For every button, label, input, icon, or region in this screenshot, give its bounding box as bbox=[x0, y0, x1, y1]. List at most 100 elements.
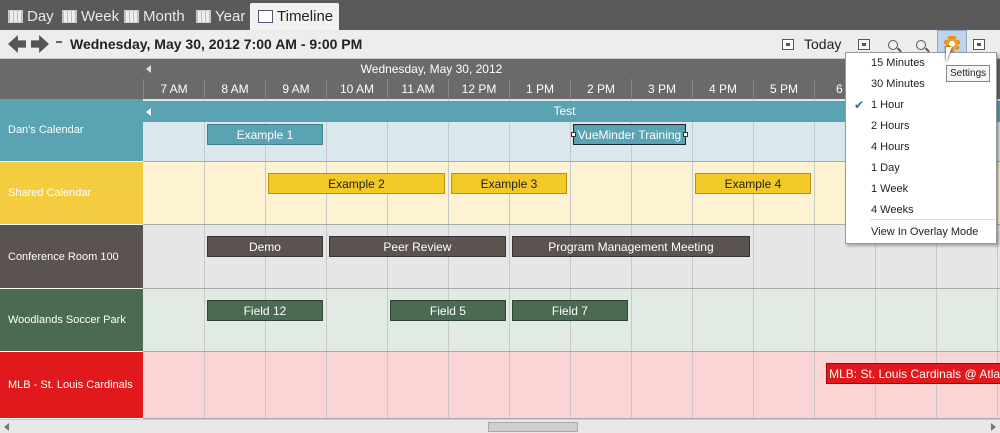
grid-line bbox=[631, 289, 632, 351]
date-range-title: Wednesday, May 30, 2012 7:00 AM - 9:00 P… bbox=[70, 36, 363, 52]
scroll-left-icon[interactable] bbox=[146, 65, 151, 73]
menu-item[interactable]: 1 Day bbox=[846, 158, 996, 179]
grid-line bbox=[875, 289, 876, 351]
resize-handle[interactable] bbox=[682, 132, 688, 137]
calendar-label[interactable]: Shared Calendar bbox=[0, 162, 143, 225]
menu-item[interactable]: 4 Hours bbox=[846, 137, 996, 158]
calendar-label[interactable]: Dan's Calendar bbox=[0, 99, 143, 162]
tab-timeline[interactable]: Timeline bbox=[250, 3, 340, 30]
grid-line bbox=[814, 225, 815, 288]
resize-handle[interactable] bbox=[571, 132, 576, 137]
grid-line bbox=[387, 352, 388, 418]
menu-item[interactable]: 2 Hours bbox=[846, 116, 996, 137]
grid-line bbox=[204, 225, 205, 288]
header-corner bbox=[0, 59, 143, 99]
grid-line bbox=[692, 352, 693, 418]
grid-line bbox=[448, 162, 449, 224]
hour-label: 2 PM bbox=[570, 79, 631, 99]
calendar-lane[interactable]: Field 12 Field 5 Field 7 bbox=[143, 289, 1000, 352]
settings-tooltip: Settings bbox=[946, 65, 991, 82]
event[interactable]: Example 3 bbox=[451, 173, 567, 194]
forward-arrow-icon[interactable] bbox=[31, 35, 49, 53]
grid-line bbox=[509, 225, 510, 288]
grid-line bbox=[692, 289, 693, 351]
grid-line bbox=[631, 352, 632, 418]
event[interactable]: Example 2 bbox=[268, 173, 445, 194]
calendar-label[interactable]: MLB - St. Louis Cardinals bbox=[0, 352, 143, 419]
grid-line bbox=[204, 162, 205, 224]
tab-month[interactable]: Month bbox=[116, 3, 191, 30]
hour-label: 5 PM bbox=[753, 79, 814, 99]
grid-line bbox=[570, 352, 571, 418]
grid-line bbox=[814, 289, 815, 351]
hour-label: 4 PM bbox=[692, 79, 753, 99]
hour-label: 8 AM bbox=[204, 79, 265, 99]
today-icon[interactable] bbox=[777, 34, 799, 55]
grid-line bbox=[204, 352, 205, 418]
scrollbar-thumb[interactable] bbox=[488, 422, 578, 432]
mouse-cursor bbox=[946, 47, 952, 62]
day-icon bbox=[8, 10, 23, 23]
grid-line bbox=[753, 352, 754, 418]
grid-line bbox=[997, 352, 998, 418]
event[interactable]: Field 12 bbox=[207, 300, 323, 321]
grid-line bbox=[692, 162, 693, 224]
event[interactable]: Peer Review bbox=[329, 236, 506, 257]
calendar-label[interactable]: Conference Room 100 bbox=[0, 225, 143, 289]
back-arrow-icon[interactable] bbox=[8, 35, 26, 53]
grid-line bbox=[997, 162, 998, 224]
grid-line bbox=[448, 352, 449, 418]
timeline-icon bbox=[258, 10, 273, 23]
menu-item-overlay-mode[interactable]: View In Overlay Mode bbox=[846, 222, 996, 243]
horizontal-scrollbar[interactable] bbox=[0, 419, 1000, 433]
event[interactable]: VueMinder Training bbox=[571, 124, 688, 145]
hour-label: 3 PM bbox=[631, 79, 692, 99]
week-icon bbox=[62, 10, 77, 23]
event[interactable]: Demo bbox=[207, 236, 323, 257]
grid-line bbox=[753, 289, 754, 351]
continues-left-icon bbox=[146, 108, 151, 116]
event[interactable]: MLB: St. Louis Cardinals @ Atla bbox=[826, 363, 1000, 384]
hour-label: 1 PM bbox=[509, 79, 570, 99]
view-tab-bar: Day Week Month Year Timeline bbox=[0, 0, 1000, 30]
tab-year[interactable]: Year bbox=[188, 3, 251, 30]
tab-day[interactable]: Day bbox=[0, 3, 60, 30]
grid-line bbox=[936, 289, 937, 351]
hour-label: 12 PM bbox=[448, 79, 509, 99]
today-button[interactable]: Today bbox=[804, 36, 841, 52]
date-dropdown-button[interactable] bbox=[56, 41, 62, 43]
hour-label: 7 AM bbox=[143, 79, 204, 99]
grid-line bbox=[326, 352, 327, 418]
grid-line bbox=[875, 352, 876, 418]
menu-item[interactable]: ✔ 1 Hour bbox=[846, 95, 996, 116]
grid-line bbox=[814, 352, 815, 418]
grid-line bbox=[204, 289, 205, 351]
event[interactable]: Field 7 bbox=[512, 300, 628, 321]
grid-line bbox=[753, 225, 754, 288]
menu-item[interactable]: 4 Weeks bbox=[846, 200, 996, 221]
grid-line bbox=[387, 289, 388, 351]
event[interactable]: Example 4 bbox=[695, 173, 811, 194]
checkmark-icon: ✔ bbox=[853, 97, 865, 112]
grid-line bbox=[265, 352, 266, 418]
event[interactable]: Field 5 bbox=[390, 300, 506, 321]
grid-line bbox=[936, 352, 937, 418]
menu-item[interactable]: 1 Week bbox=[846, 179, 996, 200]
grid-line bbox=[570, 162, 571, 224]
calendar-label[interactable]: Woodlands Soccer Park bbox=[0, 289, 143, 352]
menu-separator bbox=[870, 219, 995, 220]
scroll-left-arrow-icon[interactable] bbox=[4, 423, 9, 431]
grid-line bbox=[814, 162, 815, 224]
grid-line bbox=[997, 289, 998, 351]
grid-line bbox=[326, 289, 327, 351]
calendar-lane[interactable]: MLB: St. Louis Cardinals @ Atla bbox=[143, 352, 1000, 419]
month-icon bbox=[124, 10, 139, 23]
hour-label: 11 AM bbox=[387, 79, 448, 99]
hour-label: 9 AM bbox=[265, 79, 326, 99]
tab-week[interactable]: Week bbox=[54, 3, 125, 30]
event[interactable]: Example 1 bbox=[207, 124, 323, 145]
event[interactable]: Program Management Meeting bbox=[512, 236, 750, 257]
scroll-right-arrow-icon[interactable] bbox=[991, 423, 996, 431]
grid-line bbox=[326, 225, 327, 288]
hour-label: 10 AM bbox=[326, 79, 387, 99]
